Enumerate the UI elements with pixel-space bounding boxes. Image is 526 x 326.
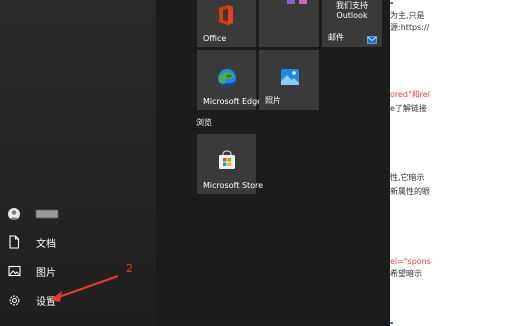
background-text-line: e了解链接 [390,104,427,113]
annotation-step-number: 2 [126,262,133,275]
tile-mail-line2: Outlook [336,11,368,20]
edge-icon [218,69,236,87]
tile-mail-line1: 我们支持 [336,1,368,10]
rail-user[interactable] [6,203,58,225]
tile-mail[interactable]: 我们支持 Outlook 邮件 [322,0,382,47]
link-marker [390,2,393,4]
rail-item-documents[interactable]: 文档 [6,231,56,253]
screen: 为主,只是 源:https:// ored"和rel e了解链接 性,它暗示 新… [0,0,526,326]
background-text-line: 新属性的眼 [390,187,430,196]
mail-icon [367,36,377,44]
tile-label: Microsoft Edge [203,97,263,106]
background-text-line[interactable]: 源:https:// [390,22,429,34]
tile-microsoft-store[interactable]: Microsoft Store [197,134,263,194]
rail-item-pictures[interactable]: 图片 [6,260,56,282]
photos-icon [281,69,299,85]
background-text-line: 性,它暗示 [390,173,425,182]
tile-label: Microsoft Store [203,181,264,190]
start-menu: 文档 图片 设置 Office 我们支持 Outlook 邮件 Microsof… [0,0,390,326]
link-marker [390,322,393,324]
background-text-line: el="spons [390,257,431,266]
store-icon [219,150,235,169]
rail-item-settings[interactable]: 设置 [6,289,56,311]
rail-item-label: 图片 [36,267,56,279]
tile-label: 照片 [265,96,281,105]
pictures-icon [6,263,22,279]
tile-partial[interactable] [259,0,319,47]
tile-office[interactable]: Office [197,0,256,47]
tile-partial-icon [299,0,307,4]
office-icon [219,5,233,25]
tile-group-label: 浏览 [196,118,212,127]
tile-partial-icon [287,0,295,4]
user-avatar-icon [6,206,22,222]
tile-edge[interactable]: Microsoft Edge [197,50,262,110]
gear-icon [6,292,22,308]
rail-item-label: 文档 [36,238,56,250]
tile-label: Office [203,34,227,43]
tile-photos[interactable]: 照片 [259,50,319,110]
app-list-column [156,0,335,326]
username-redacted [36,210,58,218]
background-web-page: 为主,只是 源:https:// ored"和rel e了解链接 性,它暗示 新… [390,0,526,326]
rail-item-label: 设置 [36,296,56,308]
background-text-line: 希望暗示 [390,269,422,278]
document-icon [6,234,22,250]
background-text-line: 为主,只是 [390,11,425,20]
background-text-line: ored"和rel [390,90,430,99]
start-left-rail: 文档 图片 设置 [0,0,156,326]
tile-label: 邮件 [328,33,344,42]
